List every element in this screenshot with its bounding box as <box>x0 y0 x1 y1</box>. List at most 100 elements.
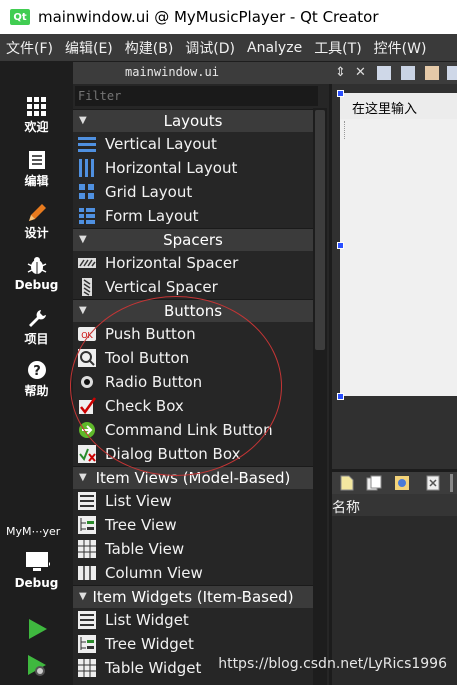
mode-design[interactable]: 设计 <box>0 202 73 241</box>
widget-label: Push Button <box>105 325 196 343</box>
widget-label: Tree View <box>105 516 177 534</box>
resource-icon[interactable] <box>394 475 410 491</box>
widget-label: Dialog Button Box <box>105 445 241 463</box>
widget-radio-button[interactable]: Radio Button <box>77 370 313 394</box>
widget-table-view[interactable]: Table View <box>77 537 313 561</box>
widget-column-view[interactable]: Column View <box>77 561 313 585</box>
target-selector[interactable]: Debug <box>0 550 73 590</box>
run-button[interactable] <box>0 618 73 642</box>
widget-horizontal-spacer[interactable]: Horizontal Spacer <box>77 251 313 275</box>
name-column-header[interactable]: 名称 <box>332 497 360 517</box>
document-icon <box>28 151 45 169</box>
category-item-views[interactable]: ▼ Item Views (Model-Based) <box>73 466 313 489</box>
resize-handle[interactable] <box>337 242 344 249</box>
new-file-icon[interactable] <box>340 475 354 491</box>
widget-label: Form Layout <box>105 207 199 225</box>
widget-list-widget[interactable]: List Widget <box>77 608 313 632</box>
category-label: Layouts <box>163 112 223 130</box>
vertical-layout-icon <box>78 137 96 152</box>
svg-text:OK: OK <box>81 331 93 340</box>
menu-file[interactable]: 文件(F) <box>0 38 59 58</box>
widget-command-link-button[interactable]: Command Link Button <box>77 418 313 442</box>
menu-tools[interactable]: 工具(T) <box>308 38 367 58</box>
tree-view-icon <box>78 516 96 534</box>
mode-edit[interactable]: 编辑 <box>0 150 73 189</box>
widget-tree-widget[interactable]: Tree Widget <box>77 632 313 656</box>
widget-label: Vertical Spacer <box>105 278 218 296</box>
category-item-widgets[interactable]: ▼ Item Widgets (Item-Based) <box>73 585 313 608</box>
wrench-icon <box>28 310 46 327</box>
category-layouts[interactable]: ▼ Layouts <box>73 109 313 132</box>
collapse-arrow-icon: ▼ <box>79 305 87 316</box>
edit-widgets-icon[interactable] <box>377 66 391 80</box>
mode-debug-label: Debug <box>14 278 59 292</box>
widget-label: Grid Layout <box>105 183 193 201</box>
widget-label: Table View <box>105 540 185 558</box>
mode-help-label: 帮助 <box>24 384 49 398</box>
category-spacers[interactable]: ▼ Spacers <box>73 228 313 251</box>
menu-widgets[interactable]: 控件(W) <box>368 38 433 58</box>
copy-icon[interactable] <box>366 475 382 491</box>
svg-text:?: ? <box>33 364 41 379</box>
widget-label: Vertical Layout <box>105 135 217 153</box>
widget-label: Horizontal Spacer <box>105 254 239 272</box>
edit-signals-icon[interactable] <box>401 66 415 80</box>
object-inspector-toolbar <box>332 472 457 494</box>
debug-run-button[interactable] <box>0 654 73 680</box>
column-view-icon <box>78 566 96 580</box>
widget-grid-layout[interactable]: Grid Layout <box>77 180 313 204</box>
menu-build[interactable]: 构建(B) <box>119 38 180 58</box>
delete-icon[interactable] <box>426 475 440 491</box>
widget-box-scrollbar[interactable] <box>313 108 327 685</box>
horizontal-spacer-icon <box>78 258 96 268</box>
resize-handle[interactable] <box>337 90 344 97</box>
menu-analyze[interactable]: Analyze <box>241 40 308 56</box>
mode-help[interactable]: ? 帮助 <box>0 360 73 399</box>
open-file-name[interactable]: mainwindow.ui <box>125 65 219 79</box>
widget-vertical-layout[interactable]: Vertical Layout <box>77 132 313 156</box>
push-button-icon: OK <box>78 327 96 341</box>
widget-push-button[interactable]: OK Push Button <box>77 322 313 346</box>
menu-edit[interactable]: 编辑(E) <box>59 38 119 58</box>
category-buttons[interactable]: ▼ Buttons <box>73 299 313 322</box>
list-view-icon <box>78 492 96 510</box>
tool-button-icon <box>78 349 96 367</box>
category-label: Item Widgets (Item-Based) <box>92 588 294 606</box>
debug-run-icon <box>27 655 46 676</box>
object-inspector-header: 名称 <box>332 494 457 517</box>
main-window-form[interactable]: 在这里输入 <box>340 93 457 396</box>
menu-placeholder[interactable]: 在这里输入 <box>352 98 417 117</box>
widget-dialog-button-box[interactable]: Dialog Button Box <box>77 442 313 466</box>
widget-label: Check Box <box>105 397 184 415</box>
category-label: Buttons <box>163 302 223 320</box>
widget-list-view[interactable]: List View <box>77 489 313 513</box>
widget-tool-button[interactable]: Tool Button <box>77 346 313 370</box>
mode-projects[interactable]: 项目 <box>0 308 73 347</box>
widget-form-layout[interactable]: Form Layout <box>77 204 313 228</box>
filter-input[interactable] <box>75 86 318 106</box>
watermark-text: https://blog.csdn.net/LyRics1996 <box>218 656 447 672</box>
widget-tree-view[interactable]: Tree View <box>77 513 313 537</box>
mode-welcome[interactable]: 欢迎 <box>0 96 73 135</box>
edit-buddies-icon[interactable] <box>425 66 439 80</box>
resize-handle[interactable] <box>337 393 344 400</box>
widget-horizontal-layout[interactable]: Horizontal Layout <box>77 156 313 180</box>
table-widget-icon <box>78 659 96 677</box>
target-project-name[interactable]: MyM⋯yer <box>6 525 60 538</box>
list-widget-icon <box>78 611 96 629</box>
form-menu-bar[interactable]: 在这里输入 <box>340 93 457 119</box>
scrollbar-thumb[interactable] <box>315 110 325 350</box>
form-toolbar-handle[interactable] <box>344 121 355 139</box>
widget-vertical-spacer[interactable]: Vertical Spacer <box>77 275 313 299</box>
menu-debug[interactable]: 调试(D) <box>179 38 241 58</box>
close-icon[interactable]: ✕ <box>355 65 366 81</box>
edit-tab-order-icon[interactable] <box>447 66 457 80</box>
tab-switch-icon[interactable]: ⇕ <box>335 65 346 81</box>
menu-bar: 文件(F) 编辑(E) 构建(B) 调试(D) Analyze 工具(T) 控件… <box>0 34 457 62</box>
mode-debug[interactable]: Debug <box>0 256 73 292</box>
grid-icon <box>26 97 46 116</box>
widget-label: Horizontal Layout <box>105 159 238 177</box>
widget-check-box[interactable]: Check Box <box>77 394 313 418</box>
collapse-arrow-icon: ▼ <box>79 115 87 126</box>
command-link-icon <box>79 422 95 438</box>
